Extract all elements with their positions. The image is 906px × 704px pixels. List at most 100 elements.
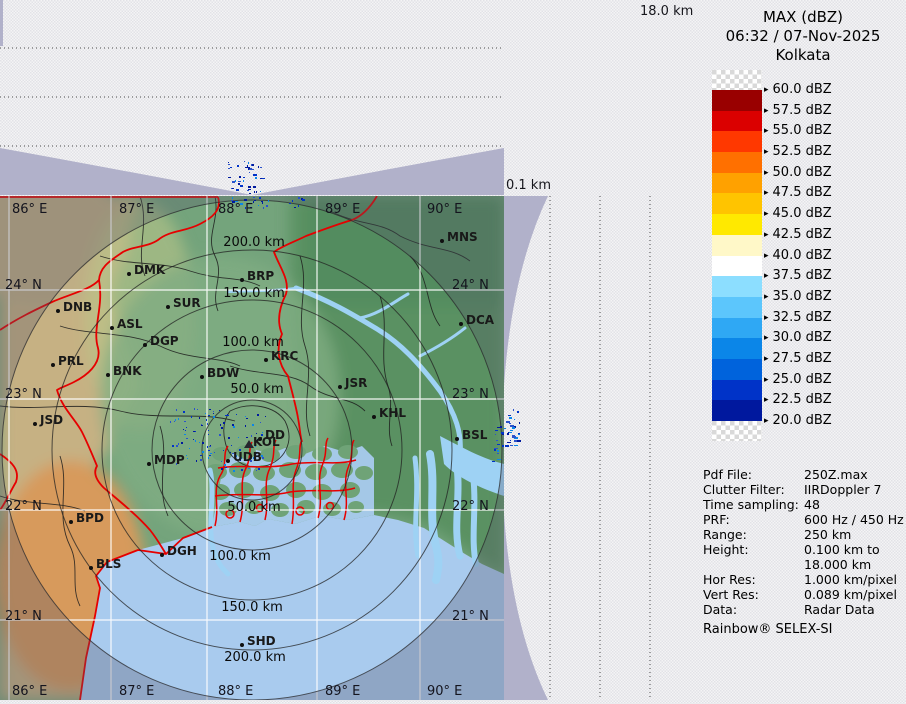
station-dot-icon — [89, 566, 93, 570]
level-text: 40.0 dBZ — [773, 248, 832, 263]
level-text: 32.5 dBZ — [773, 310, 832, 325]
range-ring-label: 150.0 km — [221, 601, 283, 614]
range-ring-label: 50.0 km — [230, 383, 283, 396]
station-dot-icon — [226, 459, 230, 463]
metadata-row: Vert Res:0.089 km/pixel — [703, 589, 903, 602]
metadata-value: Radar Data — [804, 604, 875, 617]
radar-echo — [517, 411, 519, 413]
longitude-label: 89° E — [325, 203, 360, 216]
radar-echo — [254, 191, 255, 193]
range-ring-label: 200.0 km — [224, 651, 286, 664]
station-label: KHL — [379, 407, 406, 419]
radar-echo — [230, 167, 232, 168]
radar-echo — [255, 177, 257, 178]
radar-echo — [251, 164, 252, 166]
product-datetime: 06:32 / 07-Nov-2025 — [700, 27, 906, 45]
radar-echo — [235, 180, 236, 182]
colorbar-label: ▸27.5 dBZ — [764, 352, 832, 365]
radar-echo — [510, 440, 511, 441]
station-label: BLS — [96, 558, 121, 570]
station-dot-icon — [51, 363, 55, 367]
station-label: PRL — [58, 355, 84, 367]
latitude-label: 21° N — [452, 610, 489, 623]
level-arrow-icon: ▸ — [764, 209, 769, 219]
level-arrow-icon: ▸ — [764, 333, 769, 343]
colorbar-band — [712, 214, 762, 235]
radar-map: 86° E86° E87° E87° E88° E88° E89° E89° E… — [0, 196, 504, 700]
radar-echo — [248, 186, 250, 187]
longitude-label: 88° E — [218, 685, 253, 698]
radar-echo — [228, 168, 229, 169]
level-arrow-icon: ▸ — [764, 251, 769, 261]
range-ring-label: 50.0 km — [227, 501, 280, 514]
radar-echo — [512, 427, 514, 429]
colorbar-label: ▸45.0 dBZ — [764, 207, 832, 220]
colorbar-label: ▸ 20.0 dBZ — [764, 414, 832, 427]
radar-echo — [249, 172, 250, 174]
colorbar-label: ▸47.5 dBZ — [764, 186, 832, 199]
radar-echo — [505, 445, 509, 447]
radar-echo — [519, 422, 521, 424]
latitude-label: 21° N — [5, 610, 42, 623]
radar-echo — [248, 167, 250, 168]
radar-echo — [228, 164, 229, 166]
colorbar-band — [712, 256, 762, 277]
level-arrow-icon: ▸ — [764, 168, 769, 178]
radar-echo — [517, 440, 521, 442]
metadata-row: Time sampling:48 — [703, 499, 903, 512]
latitude-label: 23° N — [5, 388, 42, 401]
station-dot-icon — [166, 305, 170, 309]
station-label: SHD — [247, 635, 276, 647]
station-label: ASL — [117, 318, 143, 330]
latitude-label: 22° N — [452, 500, 489, 513]
level-text: 22.5 dBZ — [773, 392, 832, 407]
colorbar-label: ▸57.5 dBZ — [764, 104, 832, 117]
level-text: 20.0 dBZ — [773, 413, 832, 428]
product-title: MAX (dBZ) — [700, 8, 906, 26]
longitude-label: 88° E — [218, 203, 253, 216]
station-label: BDW — [207, 367, 239, 379]
colorbar-transparent-band — [712, 70, 762, 90]
radar-echo — [262, 178, 265, 179]
axis-max-height-label: 18.0 km — [640, 4, 693, 19]
station-label: DGH — [167, 545, 197, 557]
metadata-value: 600 Hz / 450 Hz — [804, 514, 904, 527]
metadata-label: PRF: — [703, 512, 730, 527]
station-dot-icon — [143, 343, 147, 347]
station-dot-icon — [240, 278, 244, 282]
radar-echo — [243, 177, 245, 178]
colorbar-label: ▸35.0 dBZ — [764, 290, 832, 303]
level-arrow-icon: ▸ — [764, 271, 769, 281]
station-dot-icon — [56, 309, 60, 313]
colorbar-label: ▸50.0 dBZ — [764, 166, 832, 179]
colorbar-band — [712, 359, 762, 380]
station-dot-icon — [160, 553, 164, 557]
metadata-value: 250 km — [804, 529, 851, 542]
station-dot-icon — [440, 239, 444, 243]
station-label: SUR — [173, 297, 201, 309]
legend-panel: MAX (dBZ) 06:32 / 07-Nov-2025 Kolkata ▸6… — [700, 0, 906, 700]
colorbar-band — [712, 338, 762, 359]
colorbar-band — [712, 297, 762, 318]
station-label: MDP — [154, 454, 185, 466]
radar-echo — [228, 162, 229, 163]
metadata-value: 1.000 km/pixel — [804, 574, 897, 587]
colorbar-band — [712, 235, 762, 256]
station-label: DCA — [466, 314, 494, 326]
level-arrow-icon: ▸ — [764, 188, 769, 198]
metadata-value: 0.089 km/pixel — [804, 589, 897, 602]
level-text: 57.5 dBZ — [773, 103, 832, 118]
metadata-row: Clutter Filter:IIRDoppler 7 — [703, 484, 903, 497]
colorbar-label: ▸ 40.0 dBZ — [764, 249, 832, 262]
level-arrow-icon: ▸ — [764, 416, 769, 426]
colorbar-label: ▸52.5 dBZ — [764, 145, 832, 158]
colorbar-band — [712, 90, 762, 111]
station-dot-icon — [33, 422, 37, 426]
latitude-label: 24° N — [5, 279, 42, 292]
metadata-row: PRF: 600 Hz / 450 Hz — [703, 514, 903, 527]
station-label: BPD — [76, 512, 104, 524]
metadata-value: 250Z.max — [804, 469, 868, 482]
station-dot-icon — [459, 322, 463, 326]
radar-echo — [253, 186, 256, 188]
radar-echo — [514, 440, 518, 442]
